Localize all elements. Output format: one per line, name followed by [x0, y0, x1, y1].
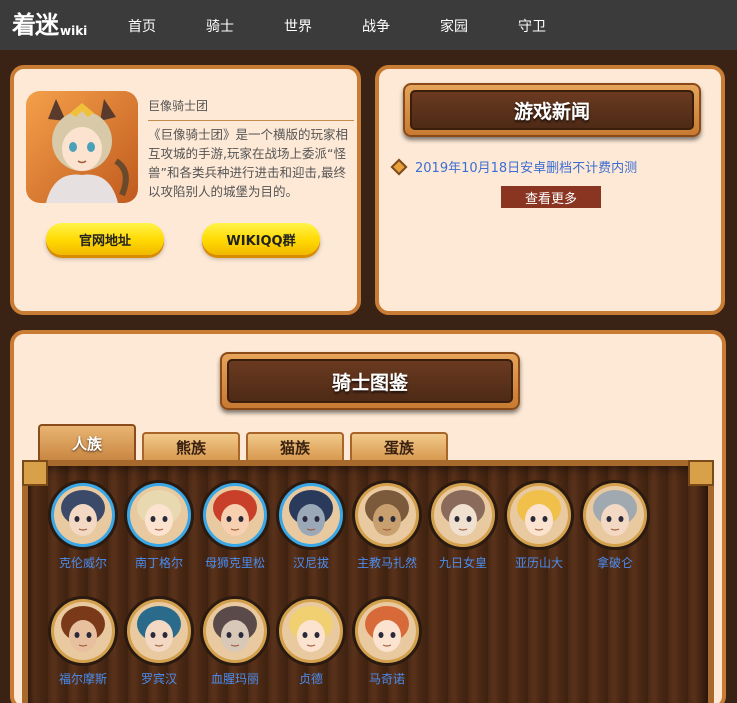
knight-avatar-card[interactable]: 克伦威尔 — [46, 480, 120, 571]
nav-item-home-base[interactable]: 家园 — [440, 16, 468, 36]
knight-avatar-card[interactable]: 血腥玛丽 — [198, 596, 272, 687]
knight-name[interactable]: 马奇诺 — [350, 670, 424, 687]
tab-egg[interactable]: 蛋族 — [350, 432, 448, 460]
news-list-item[interactable]: 2019年10月18日安卓删档不计费内测 — [390, 157, 638, 176]
knight-name[interactable]: 血腥玛丽 — [198, 670, 272, 687]
game-news-panel: 游戏新闻 2019年10月18日安卓删档不计费内测 查看更多 — [375, 65, 725, 315]
knight-avatar-card[interactable]: 南丁格尔 — [122, 480, 196, 571]
avatar-ring — [200, 596, 270, 666]
knight-name[interactable]: 克伦威尔 — [46, 554, 120, 571]
game-name: 巨像骑士团 — [148, 97, 354, 121]
diamond-bullet-icon — [390, 158, 408, 175]
wiki-qq-group-button[interactable]: WIKIQQ群 — [202, 223, 320, 255]
knight-board: 克伦威尔 南丁格尔 母狮克里松 汉尼拔 主教马扎然 九日女皇 亚历山大 拿破仑福尔摩斯 罗宾汉血… — [22, 460, 714, 703]
knight-portrait — [358, 602, 416, 660]
game-app-icon — [26, 91, 138, 203]
avatar-ring — [580, 480, 650, 550]
tab-human[interactable]: 人族 — [38, 424, 136, 460]
knight-avatar-card[interactable]: 汉尼拔 — [274, 480, 348, 571]
news-item-text: 2019年10月18日安卓删档不计费内测 — [415, 161, 638, 176]
knight-name[interactable]: 亚历山大 — [502, 554, 576, 571]
nav-item-world[interactable]: 世界 — [284, 16, 312, 36]
knight-name[interactable]: 主教马扎然 — [350, 554, 424, 571]
news-title: 游戏新闻 — [410, 90, 694, 130]
logo-sub-text: wiki — [60, 24, 88, 38]
avatar-ring — [48, 480, 118, 550]
knight-portrait — [130, 486, 188, 544]
avatar-ring — [276, 596, 346, 666]
avatar-ring — [428, 480, 498, 550]
knight-portrait — [54, 602, 112, 660]
knight-portrait — [282, 486, 340, 544]
avatar-ring — [124, 480, 194, 550]
avatar-ring — [200, 480, 270, 550]
knight-gallery-title: 骑士图鉴 — [227, 359, 513, 403]
nav-item-guard[interactable]: 守卫 — [518, 16, 546, 36]
official-site-button[interactable]: 官网地址 — [46, 223, 164, 255]
board-corner-ornament — [22, 460, 48, 486]
knight-title-plaque: 骑士图鉴 — [220, 352, 520, 410]
knight-name[interactable]: 贞德 — [274, 670, 348, 687]
knight-name[interactable]: 汉尼拔 — [274, 554, 348, 571]
avatar-ring — [48, 596, 118, 666]
knight-gallery-panel: 骑士图鉴 人族 熊族 猫族 蛋族 克伦威尔 南丁格尔 母狮克里松 汉尼拔 主教马扎然 九日… — [10, 330, 726, 703]
avatar-ring — [352, 596, 422, 666]
knight-portrait — [206, 602, 264, 660]
knight-avatar-card[interactable]: 主教马扎然 — [350, 480, 424, 571]
site-logo[interactable]: 着迷 wiki — [12, 12, 87, 38]
nav-item-war[interactable]: 战争 — [362, 16, 390, 36]
knight-portrait — [510, 486, 568, 544]
knight-avatar-card[interactable]: 福尔摩斯 — [46, 596, 120, 687]
knight-avatar-card[interactable]: 马奇诺 — [350, 596, 424, 687]
knight-avatar-card[interactable]: 母狮克里松 — [198, 480, 272, 571]
knight-portrait — [358, 486, 416, 544]
knight-portrait — [130, 602, 188, 660]
news-title-plaque: 游戏新闻 — [403, 83, 701, 137]
game-intro-panel: 巨像骑士团 《巨像骑士团》是一个横版的玩家相互攻城的手游,玩家在战场上委派“怪兽… — [10, 65, 361, 315]
nav-item-knights[interactable]: 骑士 — [206, 16, 234, 36]
avatar-ring — [124, 596, 194, 666]
top-nav-bar: 着迷 wiki 首页 骑士 世界 战争 家园 守卫 — [0, 0, 737, 50]
knight-name[interactable]: 福尔摩斯 — [46, 670, 120, 687]
knight-portrait — [282, 602, 340, 660]
knight-portrait — [586, 486, 644, 544]
knight-name[interactable]: 罗宾汉 — [122, 670, 196, 687]
avatar-ring — [504, 480, 574, 550]
tab-cat[interactable]: 猫族 — [246, 432, 344, 460]
knight-avatar-card[interactable]: 九日女皇 — [426, 480, 500, 571]
knight-portrait — [434, 486, 492, 544]
game-description: 《巨像骑士团》是一个横版的玩家相互攻城的手游,玩家在战场上委派“怪兽”和各类兵种… — [148, 127, 349, 199]
knight-portrait — [206, 486, 264, 544]
knight-name[interactable]: 拿破仑 — [578, 554, 652, 571]
board-corner-ornament — [688, 460, 714, 486]
avatar-ring — [276, 480, 346, 550]
logo-main-text: 着迷 — [12, 11, 59, 39]
view-more-button[interactable]: 查看更多 — [501, 186, 601, 208]
knight-avatar-card[interactable]: 拿破仑 — [578, 480, 652, 571]
knight-avatar-card[interactable]: 亚历山大 — [502, 480, 576, 571]
knight-name[interactable]: 母狮克里松 — [198, 554, 272, 571]
knight-avatar-card[interactable]: 贞德 — [274, 596, 348, 687]
knight-avatar-card[interactable]: 罗宾汉 — [122, 596, 196, 687]
nav-item-home[interactable]: 首页 — [128, 16, 156, 36]
knight-portrait — [54, 486, 112, 544]
tab-bear[interactable]: 熊族 — [142, 432, 240, 460]
knight-name[interactable]: 南丁格尔 — [122, 554, 196, 571]
avatar-ring — [352, 480, 422, 550]
knight-name[interactable]: 九日女皇 — [426, 554, 500, 571]
